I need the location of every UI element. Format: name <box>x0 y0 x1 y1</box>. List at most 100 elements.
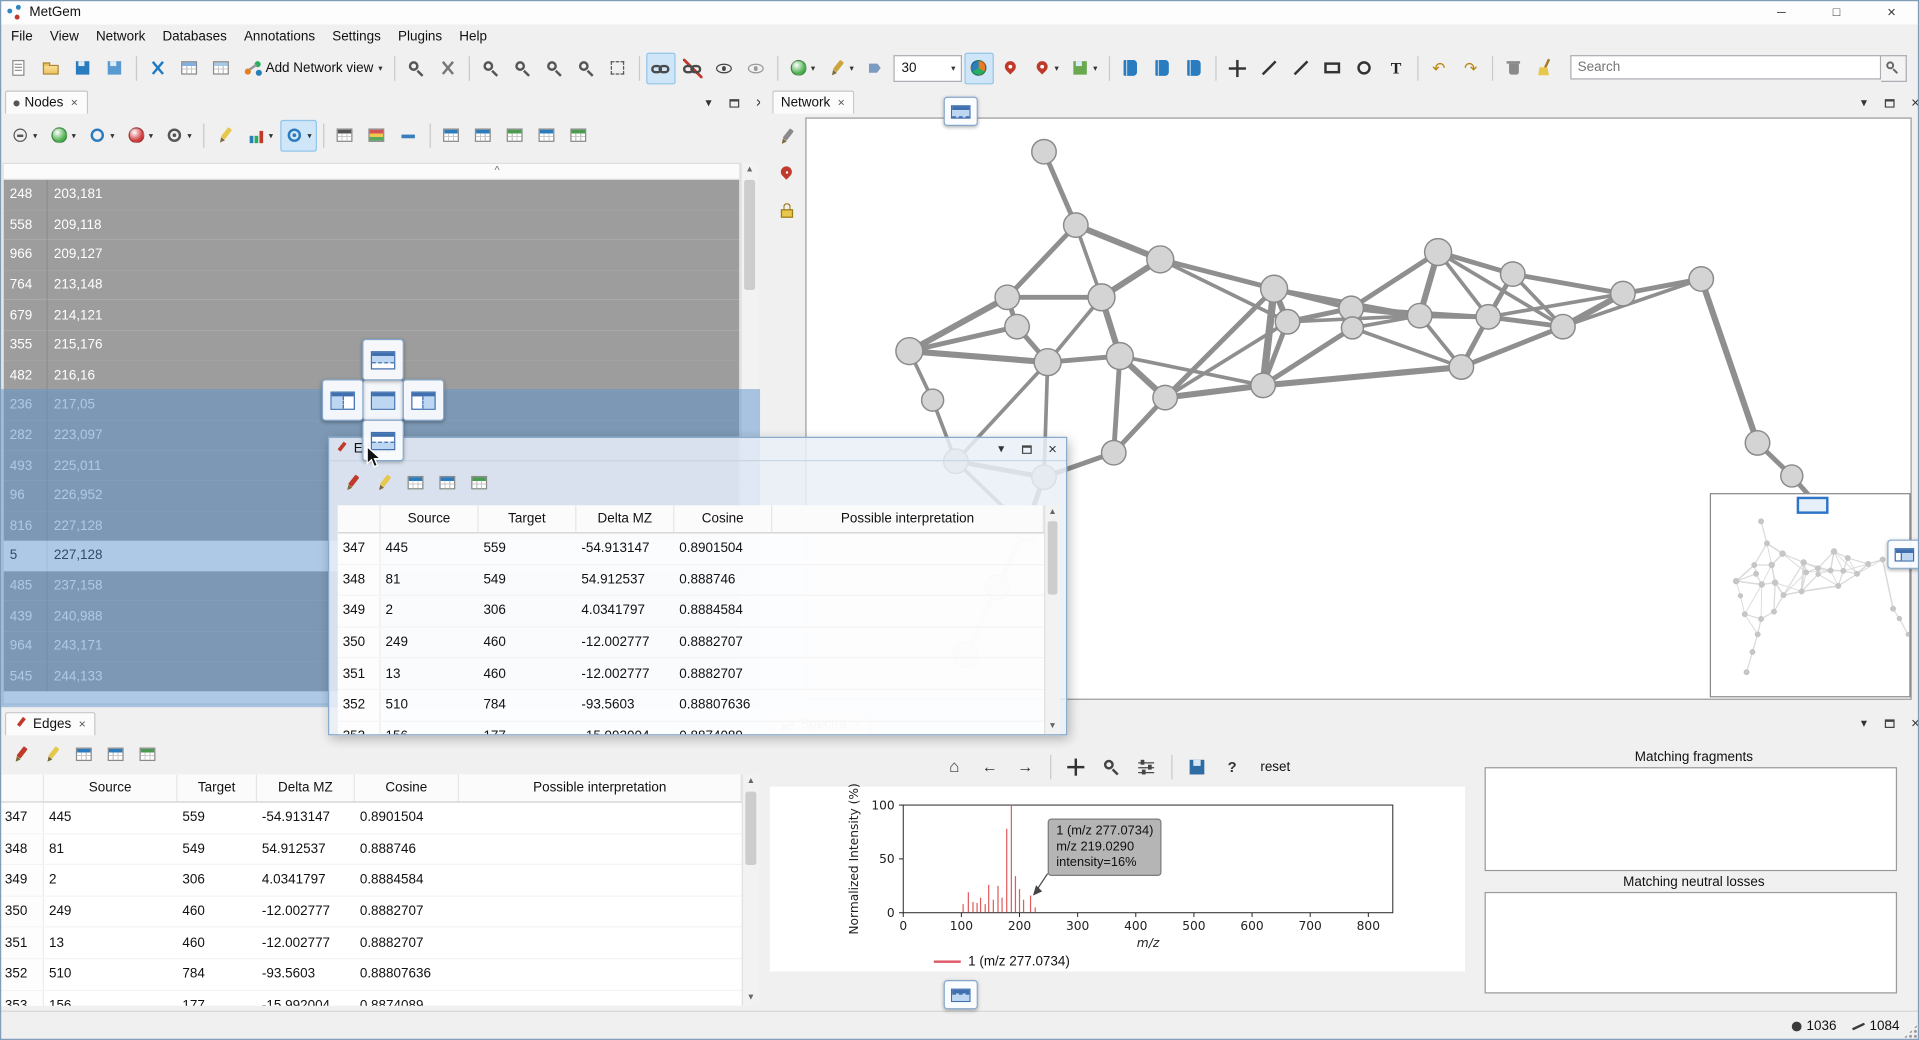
node-size-icon-button[interactable] <box>861 52 890 84</box>
dock-guide-right[interactable] <box>403 379 445 421</box>
dock-guide-left[interactable] <box>322 379 364 421</box>
save-as-button[interactable] <box>100 52 129 84</box>
highlight-pen-button[interactable]: ▾ <box>823 52 859 84</box>
move-tool-button[interactable] <box>1222 52 1251 84</box>
column-header[interactable]: Target <box>177 774 257 801</box>
text-tool-button[interactable] <box>1381 52 1410 84</box>
dock-guide-bottom[interactable] <box>944 980 978 1009</box>
dock-float-button[interactable] <box>1881 94 1898 111</box>
table-settings-button[interactable] <box>564 120 593 152</box>
freeze-columns-button[interactable] <box>102 739 131 771</box>
delete-annotations-button[interactable] <box>1499 52 1528 84</box>
lock-view-button[interactable] <box>772 195 801 227</box>
node-size-select[interactable]: 30▾ <box>893 54 962 81</box>
dock-close-button[interactable]: × <box>1044 440 1061 457</box>
column-header[interactable]: Target <box>479 505 577 532</box>
select-rows-button[interactable] <box>401 467 430 499</box>
export-table-button[interactable] <box>465 467 494 499</box>
column-header[interactable]: Possible interpretation <box>772 505 1044 532</box>
resize-grip[interactable] <box>1903 1024 1918 1039</box>
tab-nodes[interactable]: Nodes × <box>5 91 88 114</box>
highlight-red-button[interactable] <box>6 739 35 771</box>
zoom-out-button[interactable] <box>476 52 505 84</box>
edges-table-row[interactable]: 353156177-15.9920040.8874089 <box>0 990 742 1005</box>
dock-float-button[interactable] <box>1881 715 1898 732</box>
tab-edges[interactable]: Edges × <box>5 712 96 735</box>
tab-close-icon[interactable]: × <box>71 96 78 109</box>
pin-node-button[interactable] <box>996 52 1025 84</box>
highlight-red-button[interactable] <box>338 467 367 499</box>
add-network-view-button[interactable]: Add Network view▾ <box>239 52 388 84</box>
dock-guide-right[interactable] <box>1887 540 1919 569</box>
import-group-mappings-button[interactable] <box>207 52 236 84</box>
dock-float-button[interactable] <box>1018 440 1035 457</box>
remove-column-button[interactable]: ▾ <box>6 120 42 152</box>
library-files-button[interactable] <box>1116 52 1145 84</box>
pin-options-button[interactable]: ▾ <box>1028 52 1064 84</box>
edges-table-row[interactable]: 34923064.03417970.8884584 <box>0 865 742 896</box>
edges-table-row[interactable]: 347445559-54.9131470.8901504 <box>338 533 1044 564</box>
outline-color-button[interactable]: ▾ <box>83 120 119 152</box>
close-button[interactable]: × <box>1864 0 1919 24</box>
edges-table-row[interactable]: 34923064.03417970.8884584 <box>338 596 1044 627</box>
scrollbar-thumb[interactable] <box>1048 521 1058 594</box>
pie-colors-button[interactable] <box>964 52 993 84</box>
ellipse-tool-button[interactable] <box>1350 52 1379 84</box>
menu-item-help[interactable]: Help <box>451 26 496 48</box>
view-databases-button[interactable] <box>1148 52 1177 84</box>
zoom-selection-button[interactable] <box>571 52 600 84</box>
row-id-header[interactable] <box>338 505 381 532</box>
edges-table-row[interactable]: 352510784-93.56030.88807636 <box>338 690 1044 721</box>
import-metadata-button[interactable] <box>175 52 204 84</box>
nodes-table-row[interactable]: 966209,127 <box>4 240 740 270</box>
nodes-table-row[interactable]: 764213,148 <box>4 270 740 300</box>
floating-dock-titlebar[interactable]: Edges ▾ × <box>329 438 1066 461</box>
search-button[interactable] <box>1881 55 1907 82</box>
edges-table-scrollbar[interactable]: ▲ ▼ <box>742 774 759 1005</box>
matching-neutral-losses-box[interactable] <box>1485 892 1897 994</box>
fullscreen-button[interactable] <box>603 52 632 84</box>
redo-button[interactable] <box>1456 52 1485 84</box>
network-minimap[interactable] <box>1710 493 1911 697</box>
highlight-yellow-button[interactable] <box>370 467 399 499</box>
ring-column-button[interactable]: ▾ <box>160 120 196 152</box>
freeze-columns-button[interactable] <box>433 467 462 499</box>
edges-table-row[interactable]: 35113460-12.0027770.8882707 <box>338 659 1044 690</box>
dock-menu-button[interactable]: ▾ <box>1855 94 1872 111</box>
nodes-table-row[interactable]: 558209,118 <box>4 210 740 240</box>
dock-close-button[interactable]: × <box>1907 715 1919 732</box>
menu-item-settings[interactable]: Settings <box>324 26 390 48</box>
edges-table-row[interactable]: 352510784-93.56030.88807636 <box>0 959 742 990</box>
hide-items-button[interactable] <box>709 52 738 84</box>
hide-column-button[interactable] <box>394 120 423 152</box>
scrollbar-thumb[interactable] <box>745 792 756 865</box>
edges-table[interactable]: SourceTargetDelta MZCosinePossible inter… <box>0 774 742 1005</box>
menu-item-file[interactable]: File <box>2 26 41 48</box>
node-color-button[interactable]: ▾ <box>784 52 820 84</box>
curation-tool-button[interactable] <box>433 52 462 84</box>
zoom-in-button[interactable] <box>507 52 536 84</box>
save-project-button[interactable] <box>69 52 98 84</box>
dock-float-button[interactable] <box>726 94 743 111</box>
matching-fragments-box[interactable] <box>1485 767 1897 871</box>
menu-item-view[interactable]: View <box>41 26 87 48</box>
unlink-selection-button[interactable] <box>678 52 707 84</box>
minimap-viewport[interactable] <box>1797 497 1829 514</box>
edges-table-row[interactable]: 347445559-54.9131470.8901504 <box>0 803 742 834</box>
line-tool-button[interactable] <box>1254 52 1283 84</box>
show-items-button[interactable] <box>741 52 770 84</box>
nodes-table-row[interactable]: 248203,181 <box>4 180 740 210</box>
select-rows-button[interactable] <box>436 120 465 152</box>
scroll-up-icon[interactable]: ▲ <box>742 163 758 178</box>
export-table-button[interactable] <box>500 120 529 152</box>
view-spectra-library-button[interactable] <box>1179 52 1208 84</box>
dock-close-button[interactable]: × <box>1907 94 1919 111</box>
process-file-button[interactable] <box>143 52 172 84</box>
link-selection-button[interactable] <box>646 52 675 84</box>
export-image-button[interactable]: ▾ <box>1066 52 1102 84</box>
tab-network[interactable]: Network × <box>772 91 854 114</box>
select-rows-button[interactable] <box>70 739 99 771</box>
dock-menu-button[interactable]: ▾ <box>993 440 1010 457</box>
dock-menu-button[interactable]: ▾ <box>1855 715 1872 732</box>
floating-table-scrollbar[interactable]: ▲ ▼ <box>1044 505 1060 734</box>
